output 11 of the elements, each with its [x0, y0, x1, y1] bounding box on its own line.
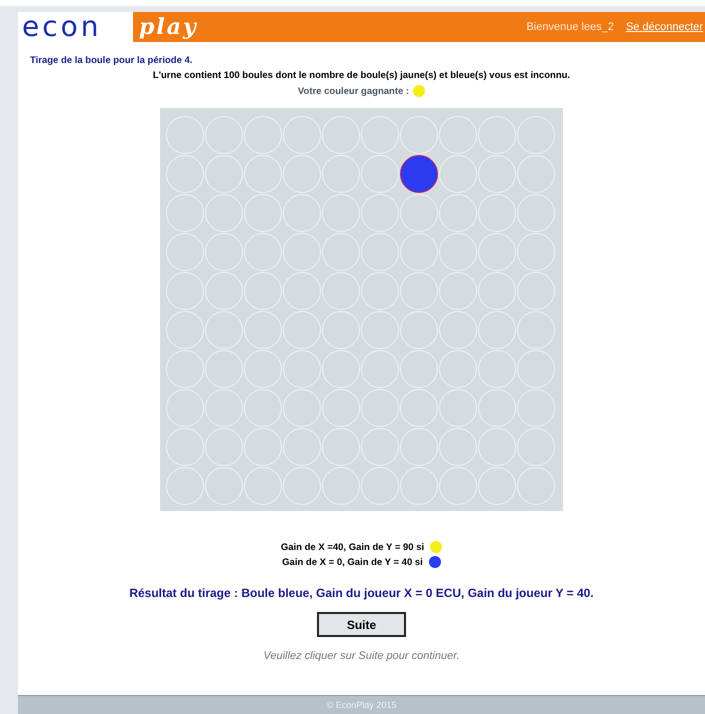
- logo-text: econ: [21, 12, 102, 42]
- page-title: Tirage de la boule pour la période 4.: [30, 55, 192, 66]
- payoff-text: Gain de X = 0, Gain de Y = 40 si: [282, 556, 423, 568]
- payoff-text: Gain de X =40, Gain de Y = 90 si: [280, 542, 424, 552]
- winning-label: Votre couleur gagnante :: [298, 86, 410, 96]
- continue-button[interactable]: Suite: [317, 612, 406, 637]
- result-text: Résultat du tirage : Boule bleue, Gain du joueur X = 0 ECU, Gain du joueur Y = 40.: [129, 586, 594, 600]
- intro-text: L'urne contient 100 boules dont le nombre de boule(s) jaune(s) et bleue(s) vous est inconnu.: [152, 70, 570, 81]
- logo-text: play: [138, 14, 198, 40]
- welcome-text: Bienvenue lees_2: [526, 21, 614, 33]
- hint-text: Veuillez cliquer sur Suite pour continuer.: [263, 650, 460, 662]
